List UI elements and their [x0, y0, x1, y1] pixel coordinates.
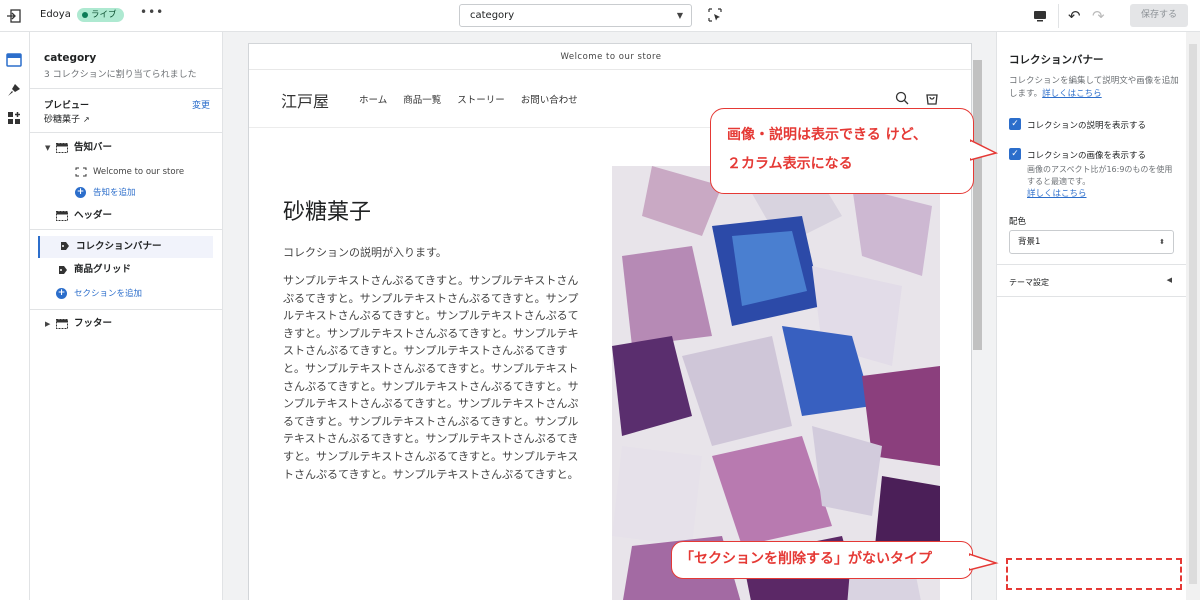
collection-icon	[59, 266, 67, 274]
toolbar-divider	[1058, 4, 1059, 28]
announcement-bar-icon	[56, 143, 68, 153]
tree-item-label: 告知バー	[74, 142, 113, 153]
tree-item-label: 商品グリッド	[74, 264, 132, 275]
select-arrows-icon: ⬍	[1159, 238, 1165, 246]
tree-item-welcome-announcement[interactable]: Welcome to our store	[30, 162, 223, 182]
cart-icon[interactable]	[924, 90, 940, 106]
show-image-checkbox[interactable]: ✓	[1009, 148, 1021, 160]
collection-body-text: サンプルテキストさんぷるてきすと。サンプルテキストさんぷるてきすと。サンプルテキ…	[283, 274, 579, 481]
footer-icon	[56, 319, 68, 329]
sidebar-divider	[30, 132, 223, 133]
template-select[interactable]: category ▼	[459, 4, 692, 27]
show-description-checkbox[interactable]: ✓	[1009, 118, 1021, 130]
nav-products[interactable]: 商品一覧	[403, 92, 441, 106]
panel-divider	[997, 264, 1187, 265]
desktop-view-icon[interactable]	[1032, 8, 1048, 24]
header-icon	[56, 211, 68, 221]
preview-value[interactable]: 砂糖菓子 ↗	[44, 112, 90, 125]
annotation-line-2: ２カラム表示になる	[727, 156, 853, 172]
nav-story[interactable]: ストーリー	[457, 92, 505, 106]
image-help-text: 画像のアスペクト比が16:9のものを使用すると最適です。詳しくはこちら	[1027, 164, 1177, 200]
inspector-icon[interactable]	[708, 8, 722, 22]
tree-item-header[interactable]: ヘッダー	[30, 206, 223, 226]
callout-pointer	[969, 553, 999, 571]
apps-icon[interactable]	[6, 110, 22, 126]
theme-settings-toggle[interactable]: テーマ設定	[1009, 277, 1049, 288]
color-scheme-value: 背景1	[1018, 237, 1041, 247]
collection-description: コレクションの説明が入ります。	[283, 246, 447, 259]
icon-rail	[0, 32, 30, 600]
sidebar-divider	[30, 309, 223, 310]
caret-left-icon[interactable]: ◀	[1167, 276, 1172, 284]
search-icon[interactable]	[894, 90, 910, 106]
top-bar: Edoya ライブ ••• category ▼ ↶ ↷ 保存する	[0, 0, 1200, 32]
collection-title: 砂糖菓子	[283, 200, 372, 225]
color-scheme-label: 配色	[1009, 217, 1027, 227]
nav-contact[interactable]: お問い合わせ	[521, 92, 578, 106]
sections-sidebar: category 3 コレクションに割り当てられました プレビュー 変更 砂糖菓…	[30, 32, 223, 600]
preview-scrollbar[interactable]	[973, 60, 982, 350]
external-link-icon: ↗	[83, 115, 90, 124]
main-nav: ホーム 商品一覧 ストーリー お問い合わせ	[359, 92, 578, 106]
template-title: category	[44, 52, 97, 64]
section-help-text: コレクションを編集して説明文や画像を追加します。詳しくはこちら	[1009, 75, 1179, 101]
theme-settings-brush-icon[interactable]	[6, 82, 22, 98]
announcement-bar[interactable]: Welcome to our store	[249, 44, 971, 70]
add-announcement-label: 告知を追加	[93, 188, 136, 198]
plus-circle-icon: +	[56, 288, 67, 299]
preview-label: プレビュー	[44, 101, 90, 111]
undo-icon[interactable]: ↶	[1068, 7, 1081, 25]
store-name: Edoya	[40, 9, 71, 20]
add-announcement-button[interactable]: + 告知を追加	[30, 183, 223, 203]
show-image-label: コレクションの画像を表示する	[1027, 151, 1147, 161]
tree-item-label: Welcome to our store	[93, 167, 185, 177]
tree-item-announcement-bar[interactable]: ▼ 告知バー	[30, 138, 223, 158]
learn-more-link[interactable]: 詳しくはこちら	[1042, 89, 1102, 99]
tree-item-label: ヘッダー	[74, 210, 113, 221]
change-preview-link[interactable]: 変更	[192, 98, 210, 111]
tree-item-label: フッター	[74, 318, 113, 329]
redo-icon[interactable]: ↷	[1092, 7, 1105, 25]
caret-down-icon[interactable]: ▼	[45, 138, 50, 158]
exit-icon[interactable]	[6, 8, 22, 24]
sidebar-divider	[30, 229, 223, 230]
store-logo[interactable]: 江戸屋	[281, 88, 329, 112]
plus-circle-icon: +	[75, 187, 86, 198]
live-status-badge: ライブ	[77, 8, 124, 22]
annotation-line-1: 画像・説明は表示できる けど、	[727, 127, 927, 143]
block-icon	[75, 167, 87, 177]
more-actions-button[interactable]: •••	[140, 5, 164, 19]
color-scheme-select[interactable]: 背景1 ⬍	[1009, 230, 1174, 254]
show-description-label: コレクションの説明を表示する	[1027, 121, 1147, 131]
image-help: 画像のアスペクト比が16:9のものを使用すると最適です。	[1027, 165, 1173, 186]
tree-item-product-grid[interactable]: 商品グリッド	[30, 260, 223, 280]
image-learn-more-link[interactable]: 詳しくはこちら	[1027, 189, 1087, 199]
annotation-callout-no-delete: 「セクションを削除する」がないタイプ	[671, 541, 973, 579]
save-button[interactable]: 保存する	[1130, 4, 1188, 27]
section-settings-panel: コレクションバナー コレクションを編集して説明文や画像を追加します。詳しくはこち…	[996, 32, 1187, 600]
add-section-label: セクションを追加	[74, 289, 143, 299]
template-assigned-count: 3 コレクションに割り当てられました	[44, 70, 197, 80]
caret-right-icon[interactable]: ▶	[45, 314, 50, 334]
tree-item-label: コレクションバナー	[76, 241, 162, 252]
add-section-button[interactable]: + セクションを追加	[30, 284, 223, 304]
template-select-value: category	[470, 10, 515, 21]
missing-delete-section-highlight	[1006, 558, 1182, 590]
callout-pointer	[970, 139, 999, 161]
tree-item-footer[interactable]: ▶ フッター	[30, 314, 223, 334]
nav-home[interactable]: ホーム	[359, 92, 387, 106]
sections-icon[interactable]	[6, 52, 22, 68]
sidebar-divider	[30, 88, 223, 89]
preview-collection-name: 砂糖菓子	[44, 115, 81, 125]
chevron-down-icon: ▼	[676, 11, 683, 20]
panel-scrollbar[interactable]	[1189, 44, 1197, 584]
section-settings-title: コレクションバナー	[1009, 54, 1104, 66]
collection-icon	[61, 242, 69, 250]
annotation-callout-two-column: 画像・説明は表示できる けど、 ２カラム表示になる	[710, 108, 974, 194]
tree-item-collection-banner[interactable]: コレクションバナー	[38, 236, 213, 258]
collection-image-ice-candy	[612, 166, 940, 600]
panel-divider	[997, 296, 1187, 297]
